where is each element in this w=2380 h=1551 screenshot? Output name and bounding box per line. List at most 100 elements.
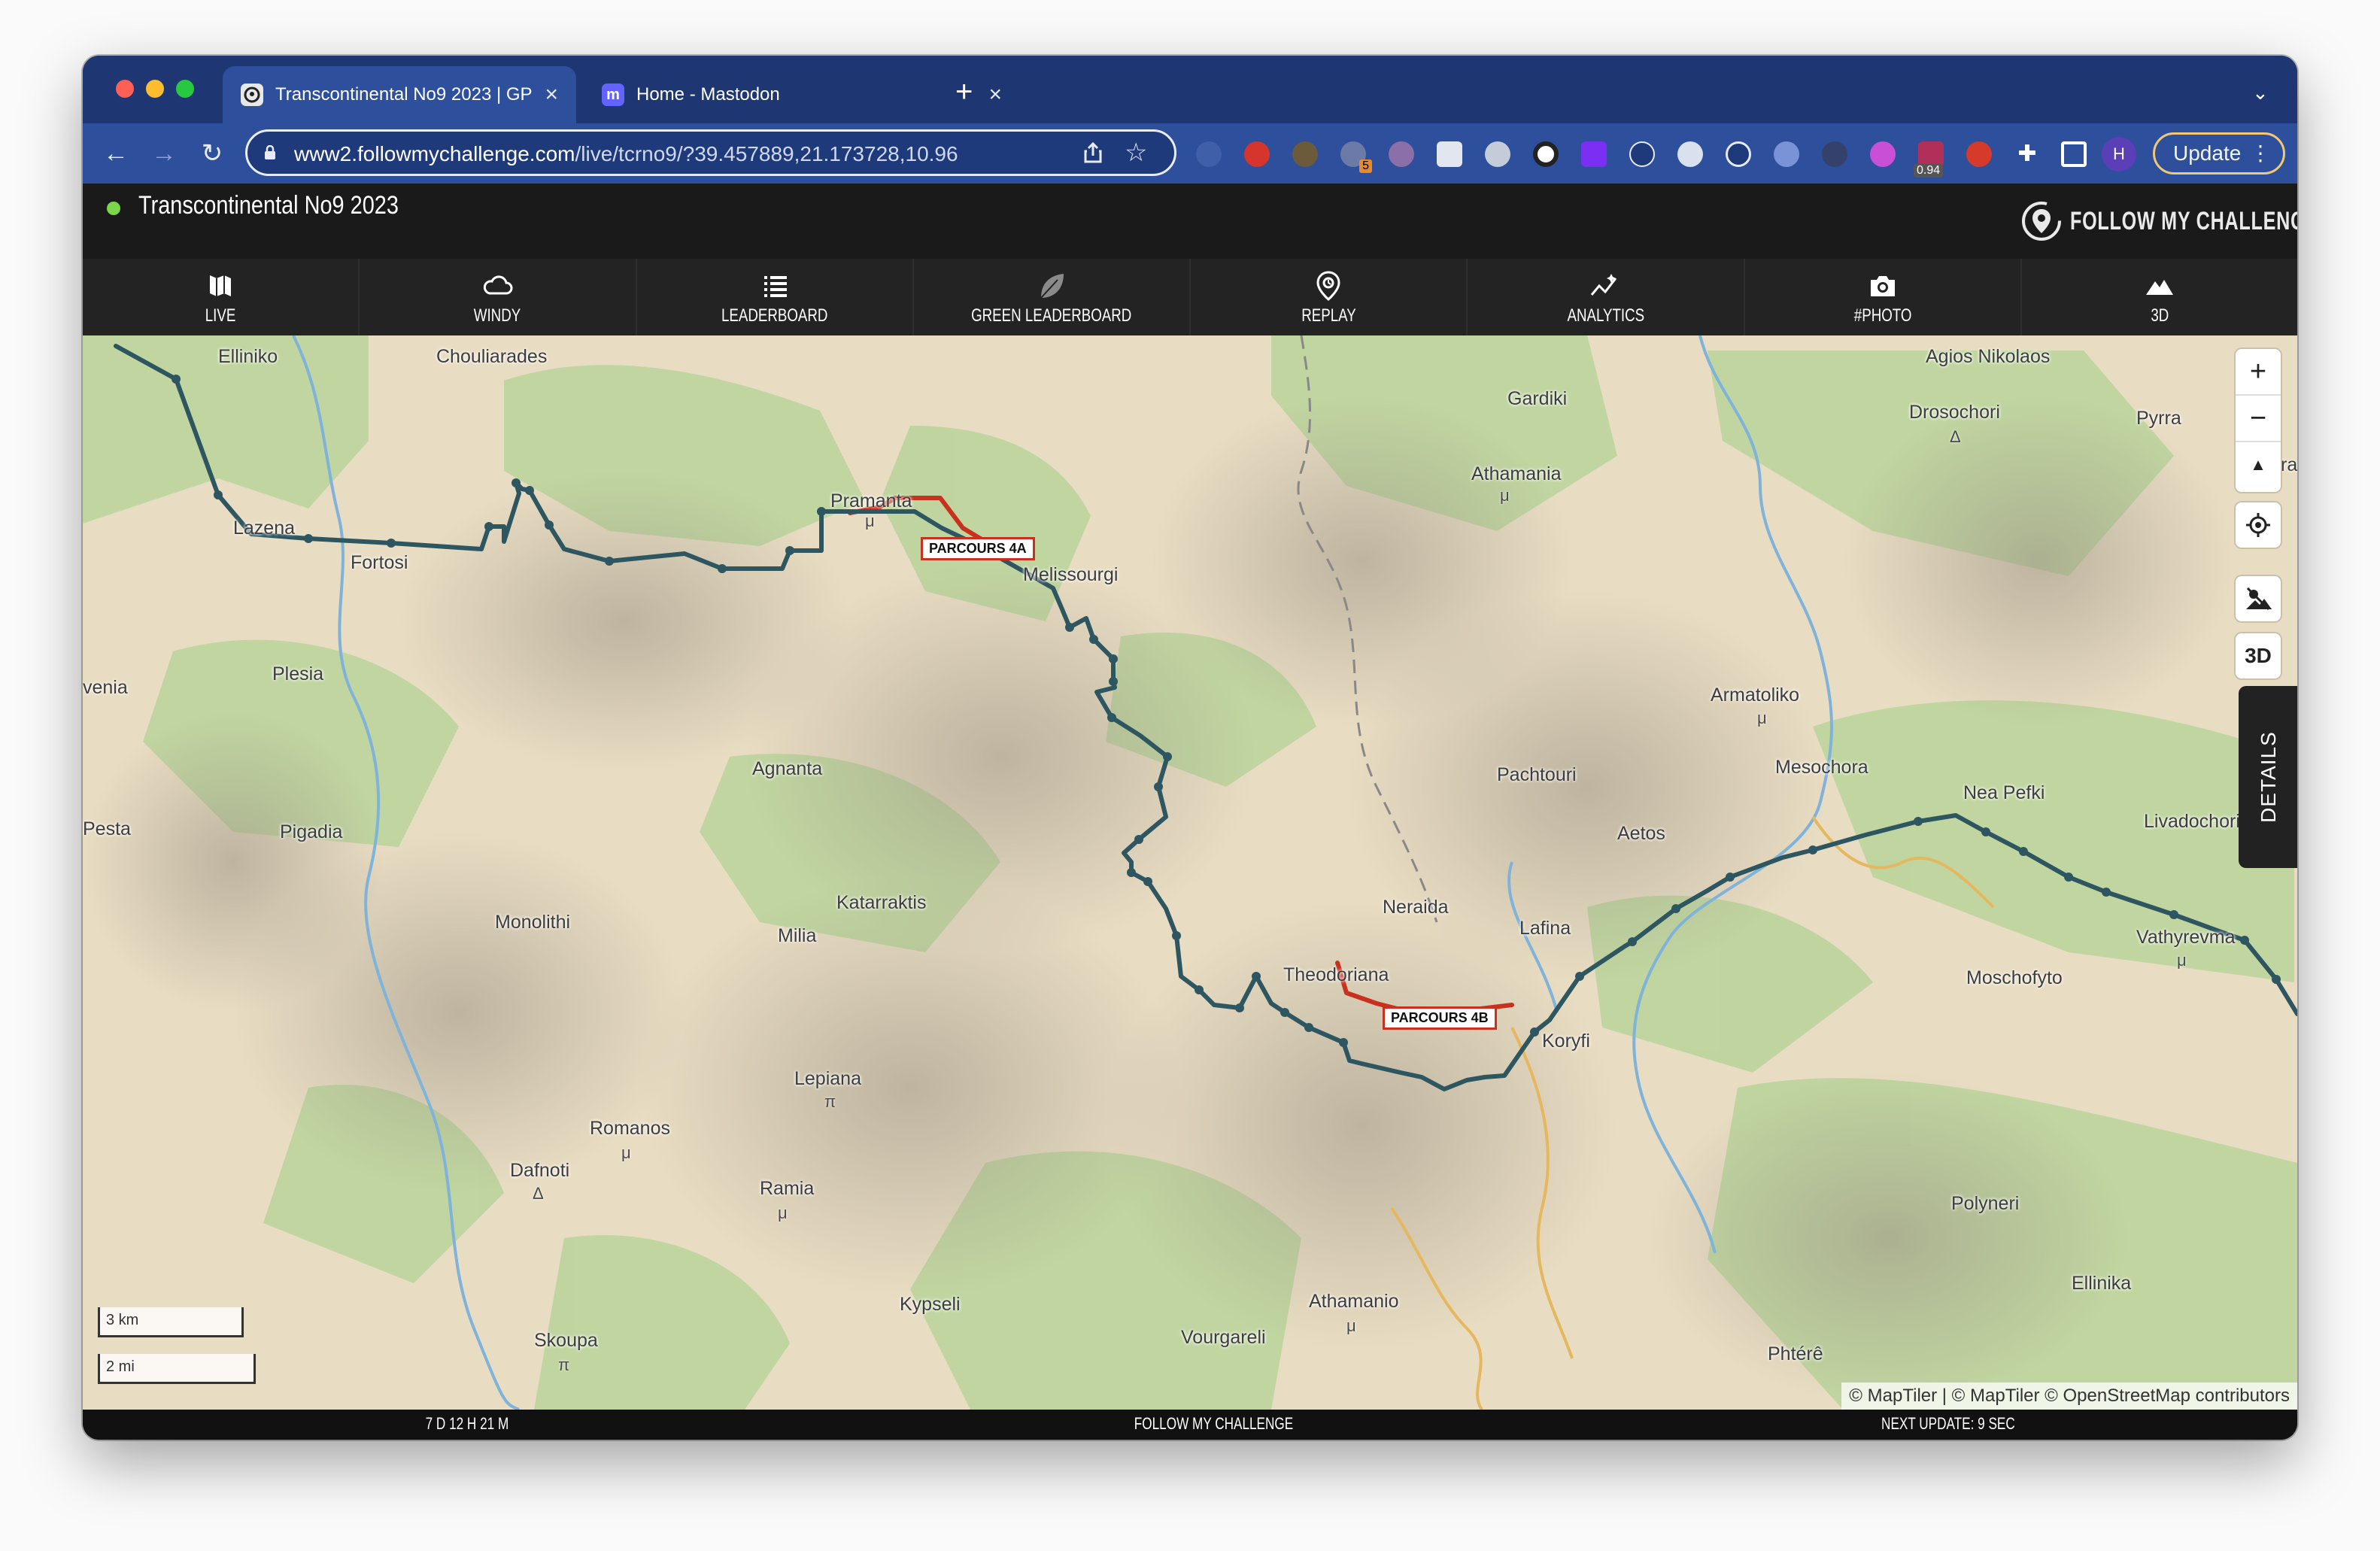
app: Transcontinental No9 2023 FOLLOW MY CHAL… xyxy=(83,184,2297,1440)
extension-icon[interactable] xyxy=(1677,141,1703,167)
place-label: Ellinika xyxy=(2072,1273,2132,1294)
extensions-puzzle-icon[interactable]: ✚ xyxy=(2014,141,2040,167)
update-button[interactable]: Update ⋮ xyxy=(2153,132,2285,175)
place-label: Phtérê xyxy=(1768,1343,1823,1364)
place-label: Theodoriana xyxy=(1283,964,1389,985)
parcours-4b-label[interactable]: PARCOURS 4B xyxy=(1383,1006,1497,1030)
close-tab-icon[interactable]: × xyxy=(988,82,1002,108)
bookmark-star-icon[interactable]: ☆ xyxy=(1125,138,1147,168)
brand-text: FOLLOW MY CHALLENGE xyxy=(2070,206,2297,235)
menu-item-3d[interactable]: 3D xyxy=(2022,259,2297,335)
reload-icon[interactable]: ↻ xyxy=(196,137,229,170)
menu-item-live[interactable]: LIVE xyxy=(83,259,360,335)
place-label: Fortosi xyxy=(351,552,408,573)
place-label: Vathyrevma xyxy=(2136,927,2236,948)
place-label: Athamanio xyxy=(1309,1291,1399,1312)
close-window-button[interactable] xyxy=(116,80,134,98)
place-label: Dafnoti xyxy=(510,1160,570,1181)
close-tab-icon[interactable]: × xyxy=(545,82,558,108)
extension-icon[interactable] xyxy=(1966,141,1992,167)
place-label: Livadochori xyxy=(2144,811,2240,832)
followmychallenge-favicon-icon xyxy=(241,83,263,106)
tab-mastodon[interactable]: m Home - Mastodon × xyxy=(584,66,1020,123)
menu-item-windy[interactable]: WINDY xyxy=(360,259,637,335)
place-label: Nea Pefki xyxy=(1963,782,2045,803)
map-canvas[interactable]: Elliniko Chouliarades Lazena Fortosi Ple… xyxy=(83,335,2297,1410)
extension-icon[interactable] xyxy=(1485,141,1510,167)
side-panel-icon[interactable] xyxy=(2061,141,2087,167)
peak-symbol: μ xyxy=(1500,486,1510,505)
terrain-toggle-button[interactable] xyxy=(2236,576,2281,621)
extension-icon[interactable] xyxy=(1244,141,1270,167)
extension-badge-icon[interactable]: 5 xyxy=(1340,141,1372,173)
place-label: Pachtouri xyxy=(1497,764,1577,785)
peak-symbol: Δ xyxy=(1950,427,1961,446)
extension-icon[interactable] xyxy=(1389,141,1414,167)
extension-icon[interactable] xyxy=(1774,141,1799,167)
browser-toolbar: ← → ↻ www2.followmychallenge.com/live/tc… xyxy=(83,123,2297,184)
mountain-icon xyxy=(2145,280,2173,295)
extension-icon[interactable] xyxy=(1870,141,1896,167)
compass-north-button[interactable]: ▲ xyxy=(2236,442,2281,487)
menu-label-replay: REPLAY xyxy=(1301,305,1356,326)
locate-icon xyxy=(2246,513,2270,537)
replay-pin-icon xyxy=(1316,271,1340,301)
scale-metric-label: 3 km xyxy=(106,1312,139,1328)
extension-icon[interactable] xyxy=(1533,141,1559,167)
extension-icon[interactable] xyxy=(1437,141,1462,167)
zoom-control-group: + − ▲ xyxy=(2236,349,2281,492)
more-menu-icon[interactable]: ⋮ xyxy=(2250,135,2271,172)
extension-icon[interactable] xyxy=(1726,141,1751,167)
minimize-window-button[interactable] xyxy=(146,80,164,98)
live-status-dot xyxy=(107,202,120,215)
menu-item-replay[interactable]: REPLAY xyxy=(1191,259,1468,335)
extension-icon[interactable] xyxy=(1196,141,1222,167)
place-label: Katarraktis xyxy=(836,892,927,913)
next-update-countdown: NEXT UPDATE: 9 SEC xyxy=(1881,1414,2015,1433)
terrain-toggle-icon xyxy=(2246,587,2272,611)
menu-label-leaderboard: LEADERBOARD xyxy=(721,305,828,326)
details-panel-toggle[interactable]: DETAILS xyxy=(2239,686,2297,868)
menu-item-green-leaderboard[interactable]: GREEN LEADERBOARD xyxy=(914,259,1191,335)
place-label: Ramia xyxy=(760,1178,815,1199)
3d-toggle-button[interactable]: 3D xyxy=(2236,633,2281,678)
scale-bar-imperial: 2 mi xyxy=(98,1354,256,1384)
geolocate-button[interactable] xyxy=(2236,502,2281,548)
menu-item-analytics[interactable]: ANALYTICS xyxy=(1468,259,1745,335)
extension-icon[interactable] xyxy=(1629,141,1655,167)
zoom-in-button[interactable]: + xyxy=(2236,349,2281,396)
zoom-out-button[interactable]: − xyxy=(2236,396,2281,442)
brand-logo[interactable]: FOLLOW MY CHALLENGE xyxy=(2020,200,2297,242)
menu-item-leaderboard[interactable]: LEADERBOARD xyxy=(637,259,914,335)
place-label: Lazena xyxy=(233,518,296,539)
place-label: Pramanta xyxy=(830,490,912,511)
extension-badge-icon[interactable]: 0.94 xyxy=(1914,141,1944,178)
status-brand: FOLLOW MY CHALLENGE xyxy=(1134,1414,1294,1433)
share-icon[interactable] xyxy=(1079,139,1107,166)
place-label: Polyneri xyxy=(1951,1193,2020,1214)
menu-item-photo[interactable]: #PHOTO xyxy=(1745,259,2022,335)
place-label: Moschofyto xyxy=(1966,967,2063,988)
place-label: ra xyxy=(2281,454,2297,475)
tab-transcontinental[interactable]: Transcontinental No9 2023 | GP × xyxy=(223,66,576,123)
lock-icon xyxy=(265,145,275,159)
map-attribution[interactable]: © MapTiler | © MapTiler © OpenStreetMap … xyxy=(1841,1383,2297,1410)
extension-icon[interactable] xyxy=(1292,141,1318,167)
new-tab-button[interactable]: + xyxy=(955,77,973,107)
maximize-window-button[interactable] xyxy=(176,80,194,98)
place-label: venia xyxy=(83,677,128,698)
address-bar[interactable]: www2.followmychallenge.com/live/tcrno9/?… xyxy=(245,129,1176,176)
back-arrow-icon[interactable]: ← xyxy=(99,137,132,170)
place-label: Drosochori xyxy=(1909,402,2000,423)
place-label: Pyrra xyxy=(2136,408,2181,429)
extension-icon[interactable] xyxy=(1822,141,1847,167)
profile-avatar[interactable]: H xyxy=(2102,137,2136,171)
peak-symbol: Δ xyxy=(533,1184,544,1203)
place-label: Koryfi xyxy=(1542,1030,1590,1052)
forward-arrow-icon[interactable]: → xyxy=(147,137,181,170)
extension-badge: 0.94 xyxy=(1914,164,1944,178)
tab-search-chevron-icon[interactable]: ⌄ xyxy=(2252,81,2269,105)
extension-icon[interactable] xyxy=(1581,141,1607,167)
parcours-4a-label[interactable]: PARCOURS 4A xyxy=(921,537,1035,560)
menu-label-analytics: ANALYTICS xyxy=(1567,305,1644,326)
